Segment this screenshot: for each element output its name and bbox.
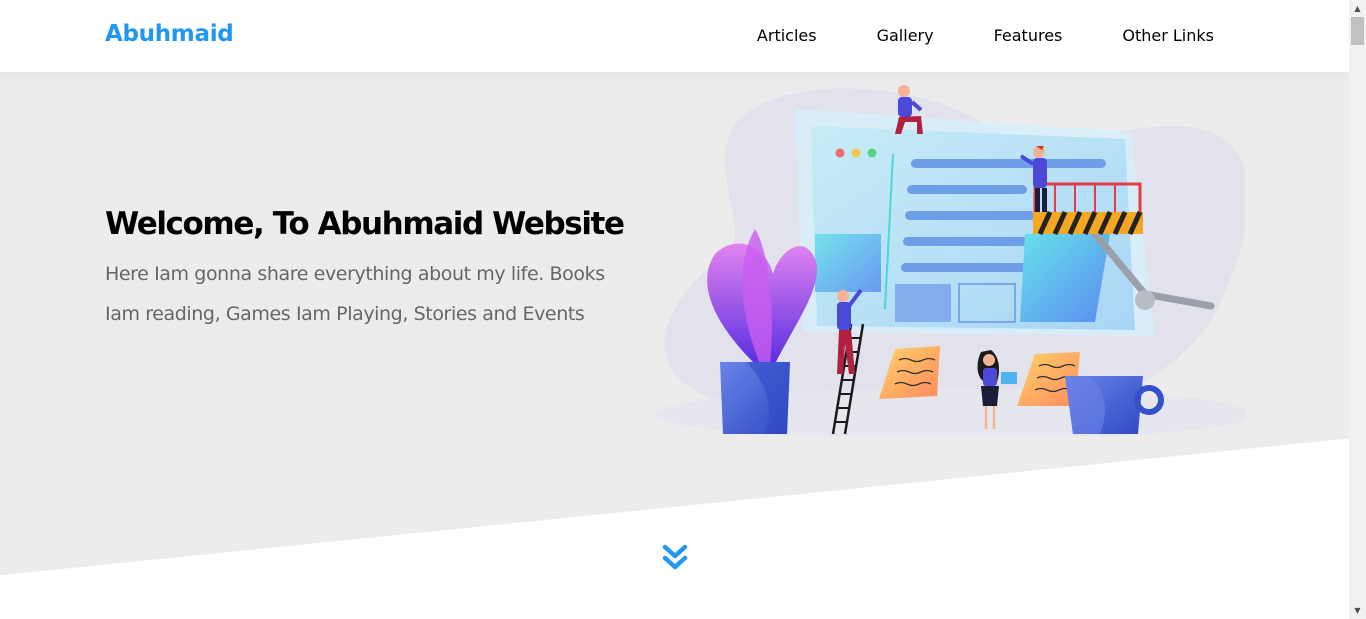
page: Abuhmaid Articles Gallery Features Other… [0,0,1349,619]
scrollbar-thumb[interactable] [1351,17,1364,45]
header: Abuhmaid Articles Gallery Features Other… [0,0,1349,72]
nav-item-other-links: Other Links [1062,0,1214,72]
vertical-scrollbar[interactable]: ▲ ▼ [1349,0,1366,619]
double-chevron-down-icon [662,544,688,570]
site-logo[interactable]: Abuhmaid [105,21,234,47]
nav-link-other-links[interactable]: Other Links [1062,0,1214,72]
landing-title: Welcome, To Abuhmaid Website [105,206,625,242]
go-down-button[interactable] [662,544,688,572]
nav-item-gallery: Gallery [817,0,934,72]
scroll-down-arrow-icon[interactable]: ▼ [1349,602,1366,619]
nav-item-articles: Articles [697,0,817,72]
scroll-up-arrow-icon[interactable]: ▲ [1349,0,1366,17]
nav-link-gallery[interactable]: Gallery [817,0,934,72]
main-nav: Articles Gallery Features Other Links [697,0,1214,72]
landing-description: Here Iam gonna share everything about my… [105,263,605,325]
nav-item-features: Features [934,0,1063,72]
website-building-illustration [655,85,1245,436]
nav-link-features[interactable]: Features [934,0,1063,72]
landing-intro: Welcome, To Abuhmaid Website Here Iam go… [105,200,625,334]
nav-link-articles[interactable]: Articles [697,0,817,72]
